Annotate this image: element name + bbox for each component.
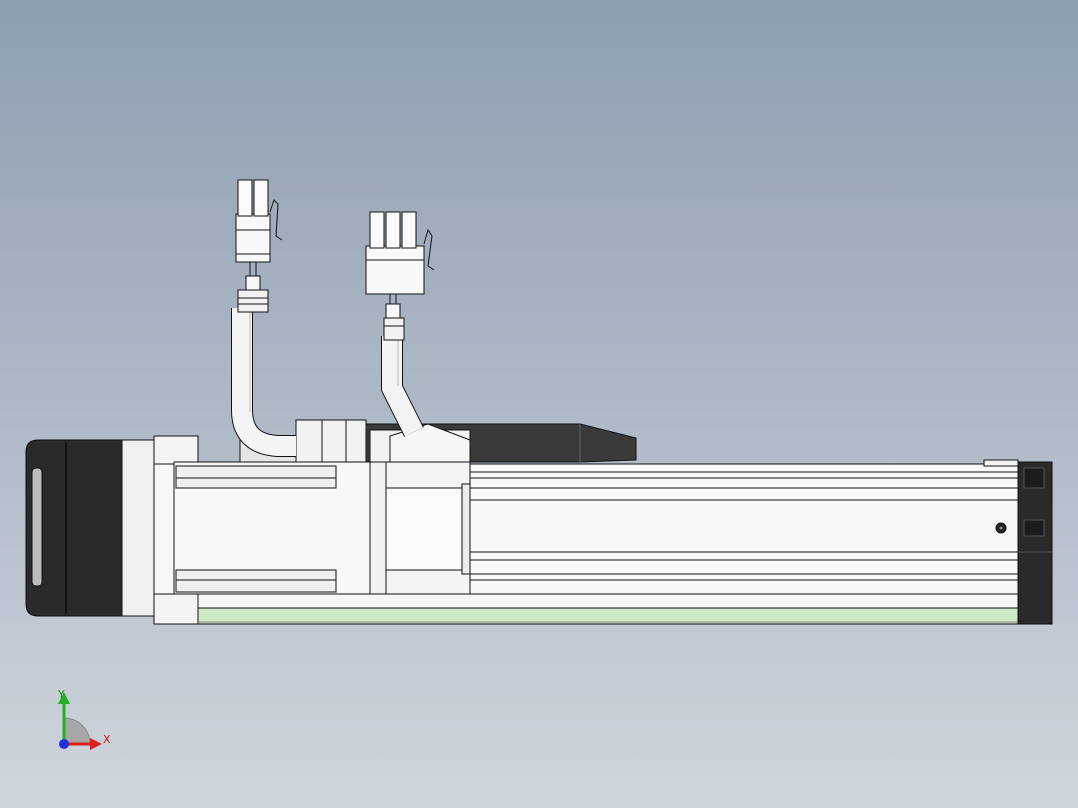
base-rail	[197, 593, 1021, 625]
left-end-cap	[25, 439, 123, 617]
z-axis-dot	[59, 739, 69, 749]
triad-plane-icon	[63, 717, 91, 745]
cad-viewport[interactable]: X Y	[0, 0, 1078, 808]
linear-actuator-model[interactable]	[0, 0, 1078, 808]
y-axis-label: Y	[58, 688, 65, 701]
x-axis-arrowhead	[90, 738, 102, 750]
x-axis-label: X	[103, 733, 111, 746]
right-end-cap	[1017, 461, 1053, 625]
main-extrusion	[469, 459, 1021, 595]
power-cable	[231, 179, 296, 457]
coupling-housing	[385, 461, 471, 595]
motor-body	[173, 461, 387, 595]
encoder-cable	[365, 211, 435, 437]
